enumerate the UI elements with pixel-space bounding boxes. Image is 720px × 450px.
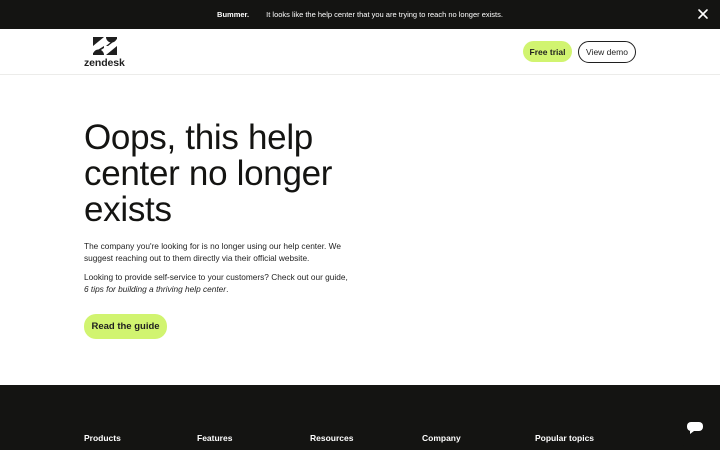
site-footer: Products Features Resources Company Popu…	[0, 385, 720, 450]
footer-heading-products: Products	[84, 433, 121, 443]
guide-paragraph: Looking to provide self-service to your …	[84, 271, 354, 295]
banner-message: It looks like the help center that you a…	[266, 10, 503, 19]
logo-wordmark: zendesk	[84, 57, 125, 69]
banner-strong: Bummer.	[217, 10, 250, 19]
close-icon[interactable]	[696, 7, 710, 21]
guide-paragraph-prefix: Looking to provide self-service to your …	[84, 272, 348, 282]
guide-paragraph-suffix: .	[226, 284, 229, 294]
zendesk-logo[interactable]: zendesk	[84, 37, 130, 69]
chat-icon	[687, 422, 703, 434]
guide-link[interactable]: 6 tips for building a thriving help cent…	[84, 284, 226, 294]
zendesk-logo-icon	[93, 37, 117, 55]
free-trial-button[interactable]: Free trial	[523, 41, 572, 62]
footer-heading-resources: Resources	[310, 433, 354, 443]
site-header: zendesk Free trial View demo	[0, 29, 720, 75]
footer-heading-popular-topics: Popular topics	[535, 433, 595, 443]
top-banner: Bummer. It looks like the help center th…	[0, 0, 720, 29]
footer-heading-features: Features	[197, 433, 233, 443]
banner-text: Bummer. It looks like the help center th…	[0, 0, 720, 29]
chat-button[interactable]	[672, 409, 718, 447]
page-title: Oops, this help center no longer exists	[84, 118, 333, 229]
read-guide-button[interactable]: Read the guide	[84, 314, 167, 339]
intro-paragraph: The company you're looking for is no lon…	[84, 241, 341, 263]
footer-heading-company: Company	[422, 433, 461, 443]
view-demo-button[interactable]: View demo	[578, 41, 636, 63]
